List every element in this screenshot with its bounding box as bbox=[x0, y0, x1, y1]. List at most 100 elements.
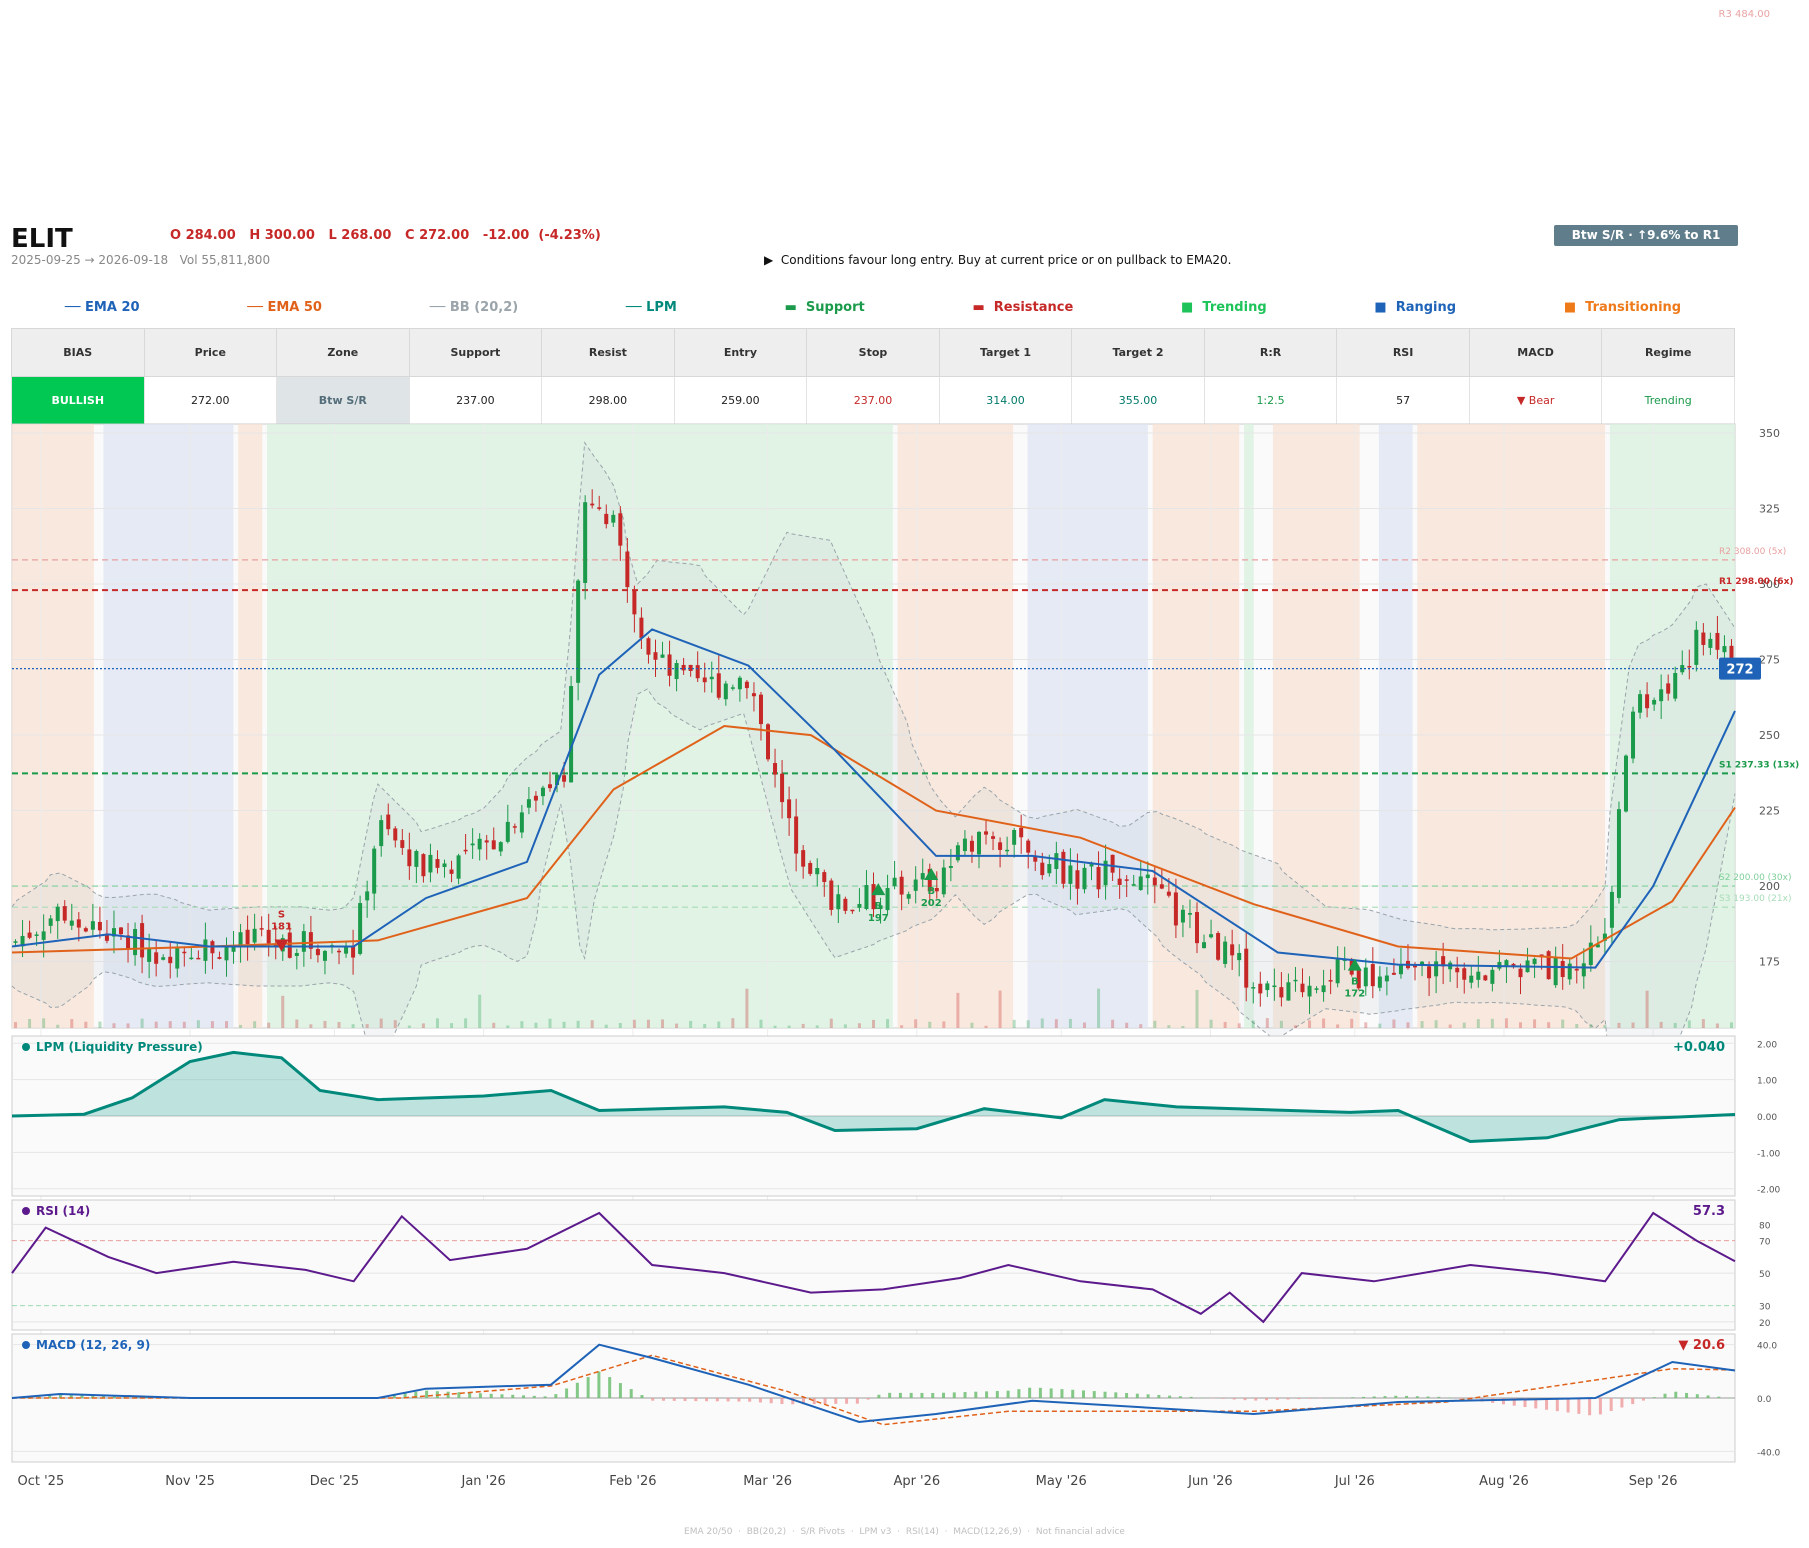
volume-bar bbox=[1547, 1022, 1551, 1028]
macd-histogram-bar bbox=[586, 1377, 590, 1398]
macd-histogram-bar bbox=[1243, 1398, 1247, 1401]
rsi-tick-label: 70 bbox=[1759, 1238, 1771, 1248]
candle-body bbox=[751, 693, 756, 697]
volume-bar bbox=[1659, 1021, 1663, 1028]
candle-body bbox=[442, 863, 447, 868]
candle-body bbox=[1223, 941, 1228, 964]
volume-bar bbox=[956, 992, 960, 1028]
candle-body bbox=[1131, 884, 1136, 886]
candle-body bbox=[27, 932, 32, 938]
volume-bar bbox=[534, 1022, 538, 1028]
macd-histogram-bar bbox=[769, 1398, 773, 1404]
rsi-tick-label: 80 bbox=[1759, 1221, 1771, 1231]
macd-histogram-bar bbox=[694, 1398, 698, 1402]
x-tick-label: Dec '25 bbox=[310, 1474, 359, 1489]
macd-histogram-bar bbox=[823, 1398, 827, 1404]
candle-body bbox=[646, 638, 651, 655]
candle-body bbox=[147, 948, 152, 962]
macd-histogram-bar bbox=[995, 1391, 999, 1398]
macd-histogram-bar bbox=[543, 1396, 547, 1398]
candle-body bbox=[737, 677, 742, 690]
candle-body bbox=[1075, 870, 1080, 889]
volume-bar bbox=[112, 1023, 116, 1028]
volume-bar bbox=[1026, 1020, 1030, 1028]
candle-body bbox=[470, 843, 475, 846]
candle-body bbox=[1293, 979, 1298, 982]
macd-histogram-bar bbox=[877, 1394, 881, 1398]
volume-bar bbox=[1729, 1022, 1733, 1028]
macd-histogram-bar bbox=[1103, 1391, 1107, 1398]
macd-histogram-bar bbox=[748, 1398, 752, 1402]
volume-bar bbox=[126, 1023, 130, 1028]
macd-histogram-bar bbox=[1641, 1398, 1645, 1401]
candle-body bbox=[1251, 987, 1256, 989]
footer-note: EMA 20/50 · BB(20,2) · S/R Pivots · LPM … bbox=[684, 1527, 1125, 1537]
candle-body bbox=[97, 921, 102, 931]
volume-bar bbox=[787, 1025, 791, 1028]
volume-bar bbox=[28, 1018, 32, 1028]
candle-body bbox=[512, 826, 517, 828]
macd-histogram-bar bbox=[1200, 1397, 1204, 1399]
candle-body bbox=[1321, 985, 1326, 993]
candle-body bbox=[407, 849, 412, 867]
candle-body bbox=[1138, 876, 1143, 890]
candle-body bbox=[140, 923, 145, 958]
candle-body bbox=[1631, 711, 1636, 759]
macd-histogram-bar bbox=[1071, 1389, 1075, 1398]
volume-bar bbox=[872, 1019, 875, 1028]
candle-body bbox=[758, 694, 763, 725]
volume-bar bbox=[632, 1019, 636, 1028]
volume-bar bbox=[717, 1021, 721, 1028]
candle-body bbox=[1314, 988, 1319, 990]
macd-histogram-bar bbox=[855, 1398, 859, 1404]
regime-band-ranging bbox=[1027, 424, 1148, 1028]
candle-body bbox=[1012, 829, 1017, 845]
macd-histogram-bar bbox=[478, 1393, 482, 1398]
volume-bar bbox=[1617, 1022, 1621, 1028]
candle-body bbox=[794, 816, 799, 854]
volume-bar bbox=[224, 1021, 228, 1028]
volume-bar bbox=[829, 1018, 833, 1028]
volume-bar bbox=[773, 1025, 777, 1028]
candle-body bbox=[583, 502, 588, 583]
macd-histogram-bar bbox=[1415, 1396, 1419, 1398]
price-tick-label: 275 bbox=[1759, 654, 1780, 667]
candle-body bbox=[702, 677, 707, 683]
macd-histogram-bar bbox=[1405, 1395, 1409, 1398]
candle-body bbox=[1722, 646, 1727, 653]
macd-histogram-bar bbox=[618, 1383, 622, 1398]
candle-body bbox=[1708, 638, 1713, 648]
candle-body bbox=[569, 686, 574, 783]
macd-histogram-bar bbox=[1211, 1398, 1215, 1399]
volume-bar bbox=[210, 1021, 214, 1028]
macd-histogram-bar bbox=[1566, 1398, 1570, 1413]
volume-bar bbox=[14, 1022, 18, 1028]
macd-histogram-bar bbox=[1340, 1397, 1344, 1399]
volume-bar bbox=[196, 1020, 200, 1028]
candle-body bbox=[294, 952, 299, 956]
volume-bar bbox=[323, 1020, 327, 1028]
candle-body bbox=[1434, 961, 1439, 977]
candle-body bbox=[1483, 975, 1488, 981]
candle-body bbox=[709, 676, 714, 680]
volume-bar bbox=[731, 1018, 735, 1028]
macd-tick-label: 40.0 bbox=[1757, 1342, 1777, 1352]
macd-histogram-bar bbox=[1049, 1388, 1053, 1398]
macd-histogram-bar bbox=[1609, 1398, 1613, 1411]
volume-bar bbox=[843, 1024, 847, 1028]
candle-body bbox=[1054, 853, 1059, 869]
volume-bar bbox=[281, 995, 285, 1028]
volume-bar bbox=[1265, 1018, 1269, 1028]
volume-bar bbox=[914, 1019, 918, 1028]
volume-bar bbox=[154, 1021, 158, 1028]
candle-body bbox=[189, 957, 194, 960]
candle-body bbox=[526, 799, 531, 808]
candle-body bbox=[1279, 987, 1284, 998]
candle-body bbox=[639, 617, 644, 638]
volume-bar bbox=[1167, 1025, 1171, 1028]
macd-histogram-bar bbox=[780, 1398, 784, 1404]
candle-body bbox=[730, 687, 735, 689]
volume-bar bbox=[1434, 1020, 1438, 1028]
candle-body bbox=[1652, 699, 1657, 705]
candle-body bbox=[892, 877, 897, 886]
